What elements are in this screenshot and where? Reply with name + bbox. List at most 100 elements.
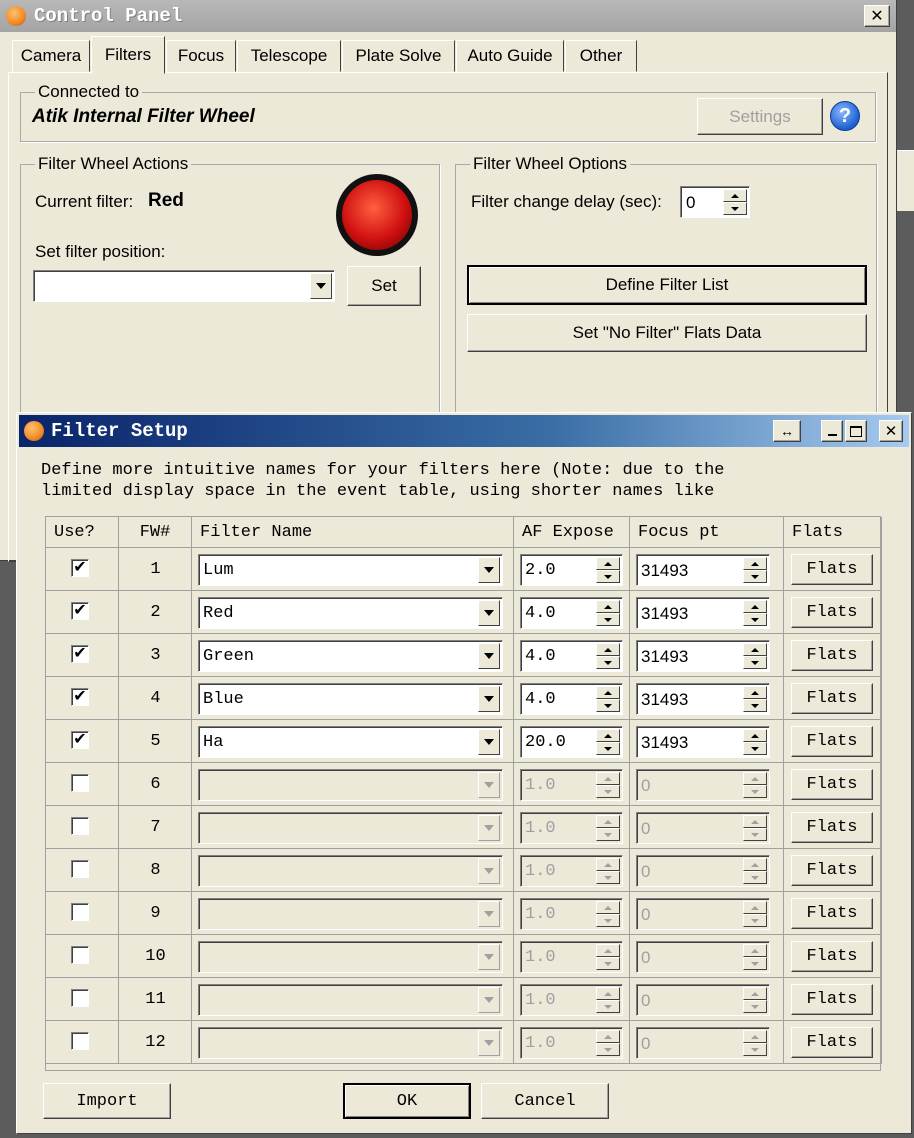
close-button[interactable]: ✕ <box>864 5 890 27</box>
ok-button[interactable]: OK <box>343 1083 471 1119</box>
flats-button[interactable]: Flats <box>791 941 873 972</box>
spin-down-icon[interactable] <box>743 570 767 583</box>
use-checkbox[interactable]: ✔ <box>71 559 89 577</box>
spin-down-icon[interactable] <box>596 613 620 626</box>
tab-filters[interactable]: Filters <box>91 36 165 74</box>
chevron-down-icon[interactable] <box>478 557 500 583</box>
tab-telescope[interactable]: Telescope <box>237 40 341 72</box>
filter-name-dropdown[interactable]: Ha <box>198 726 503 758</box>
help-button[interactable]: ? <box>829 99 861 133</box>
flats-button[interactable]: Flats <box>791 769 873 800</box>
delay-spinner[interactable]: 0 <box>680 186 750 218</box>
tab-focus[interactable]: Focus <box>166 40 236 72</box>
spin-up-icon[interactable] <box>743 643 767 656</box>
maximize-button[interactable] <box>845 420 867 442</box>
cancel-button[interactable]: Cancel <box>481 1083 609 1119</box>
use-checkbox[interactable] <box>71 1032 89 1050</box>
tab-camera[interactable]: Camera <box>12 40 90 72</box>
define-filter-list-button[interactable]: Define Filter List <box>467 265 867 305</box>
af-expose-spinner[interactable]: 20.0 <box>520 726 623 758</box>
spin-down-icon[interactable] <box>743 699 767 712</box>
focus-point-stepper[interactable] <box>743 643 767 669</box>
spin-up-icon[interactable] <box>743 686 767 699</box>
tab-plate-solve[interactable]: Plate Solve <box>342 40 455 72</box>
use-checkbox[interactable] <box>71 903 89 921</box>
af-expose-spinner[interactable]: 4.0 <box>520 597 623 629</box>
spin-up-icon[interactable] <box>723 189 747 202</box>
focus-point-stepper[interactable] <box>743 600 767 626</box>
flats-button[interactable]: Flats <box>791 554 873 585</box>
flats-button[interactable]: Flats <box>791 1027 873 1058</box>
focus-point-spinner[interactable]: 31493 <box>636 640 770 672</box>
af-expose-stepper[interactable] <box>596 600 620 626</box>
af-expose-spinner[interactable]: 4.0 <box>520 640 623 672</box>
spin-up-icon[interactable] <box>743 600 767 613</box>
focus-point-spinner[interactable]: 31493 <box>636 726 770 758</box>
settings-button[interactable]: Settings <box>697 98 823 135</box>
flats-button[interactable]: Flats <box>791 726 873 757</box>
use-checkbox[interactable]: ✔ <box>71 731 89 749</box>
use-checkbox[interactable] <box>71 989 89 1007</box>
filter-name-dropdown[interactable]: Red <box>198 597 503 629</box>
chevron-down-icon[interactable] <box>478 600 500 626</box>
use-checkbox[interactable] <box>71 817 89 835</box>
use-checkbox[interactable]: ✔ <box>71 688 89 706</box>
use-checkbox[interactable] <box>71 774 89 792</box>
filter-position-dropdown[interactable] <box>33 270 335 302</box>
no-filter-flats-button[interactable]: Set "No Filter" Flats Data <box>467 314 867 352</box>
spin-down-icon[interactable] <box>743 656 767 669</box>
control-panel-titlebar[interactable]: Control Panel ✕ <box>0 0 896 32</box>
spin-up-icon[interactable] <box>596 557 620 570</box>
spin-down-icon[interactable] <box>596 742 620 755</box>
minimize-button[interactable] <box>821 420 843 442</box>
focus-point-stepper[interactable] <box>743 729 767 755</box>
af-expose-spinner[interactable]: 2.0 <box>520 554 623 586</box>
tab-auto-guide[interactable]: Auto Guide <box>456 40 564 72</box>
spin-up-icon[interactable] <box>596 729 620 742</box>
spin-up-icon[interactable] <box>596 600 620 613</box>
focus-point-stepper[interactable] <box>743 686 767 712</box>
flats-button[interactable]: Flats <box>791 640 873 671</box>
flats-button[interactable]: Flats <box>791 984 873 1015</box>
af-expose-stepper[interactable] <box>596 729 620 755</box>
flats-button[interactable]: Flats <box>791 898 873 929</box>
filter-name-dropdown[interactable]: Green <box>198 640 503 672</box>
focus-point-spinner[interactable]: 31493 <box>636 597 770 629</box>
dialog-close-button[interactable]: ✕ <box>879 420 903 442</box>
spin-down-icon[interactable] <box>743 742 767 755</box>
spin-down-icon[interactable] <box>596 699 620 712</box>
chevron-down-icon[interactable] <box>310 273 332 299</box>
af-expose-stepper[interactable] <box>596 643 620 669</box>
set-button[interactable]: Set <box>347 266 421 306</box>
focus-point-spinner[interactable]: 31493 <box>636 683 770 715</box>
use-checkbox[interactable]: ✔ <box>71 602 89 620</box>
filter-setup-titlebar[interactable]: Filter Setup ↔ ✕ <box>19 415 909 447</box>
af-expose-stepper[interactable] <box>596 557 620 583</box>
resize-button[interactable]: ↔ <box>773 420 801 442</box>
focus-point-spinner[interactable]: 31493 <box>636 554 770 586</box>
spin-down-icon[interactable] <box>596 570 620 583</box>
spin-up-icon[interactable] <box>596 686 620 699</box>
delay-stepper[interactable] <box>723 189 747 215</box>
import-button[interactable]: Import <box>43 1083 171 1119</box>
chevron-down-icon[interactable] <box>478 729 500 755</box>
af-expose-spinner[interactable]: 4.0 <box>520 683 623 715</box>
spin-up-icon[interactable] <box>596 643 620 656</box>
spin-up-icon[interactable] <box>743 729 767 742</box>
use-checkbox[interactable] <box>71 860 89 878</box>
flats-button[interactable]: Flats <box>791 683 873 714</box>
use-checkbox[interactable] <box>71 946 89 964</box>
flats-button[interactable]: Flats <box>791 812 873 843</box>
flats-button[interactable]: Flats <box>791 855 873 886</box>
chevron-down-icon[interactable] <box>478 643 500 669</box>
af-expose-stepper[interactable] <box>596 686 620 712</box>
spin-up-icon[interactable] <box>743 557 767 570</box>
filter-name-dropdown[interactable]: Blue <box>198 683 503 715</box>
filter-name-dropdown[interactable]: Lum <box>198 554 503 586</box>
spin-down-icon[interactable] <box>596 656 620 669</box>
focus-point-stepper[interactable] <box>743 557 767 583</box>
spin-down-icon[interactable] <box>723 202 747 215</box>
spin-down-icon[interactable] <box>743 613 767 626</box>
tab-other[interactable]: Other <box>565 40 637 72</box>
use-checkbox[interactable]: ✔ <box>71 645 89 663</box>
